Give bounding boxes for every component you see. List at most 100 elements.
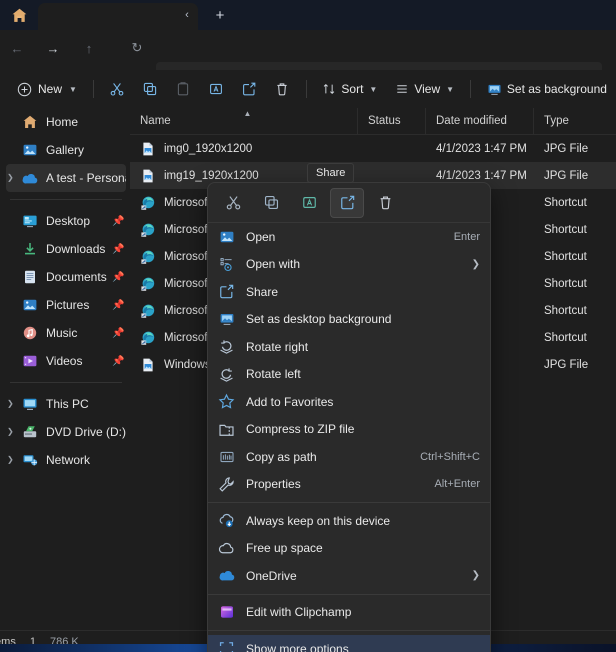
cut-button[interactable] xyxy=(105,75,130,103)
menu-item-free-up-space[interactable]: Free up space xyxy=(208,535,490,563)
menu-item-show-more-options[interactable]: Show more options xyxy=(208,635,490,652)
column-headers: ▲ Name Status Date modified Type xyxy=(130,108,616,135)
tooltip-label: Share xyxy=(316,167,345,179)
sidebar-item-gallery[interactable]: Gallery xyxy=(6,136,126,164)
column-header-date-modified[interactable]: Date modified xyxy=(426,108,534,135)
context-menu[interactable]: OpenEnter Open with ❯ Share Set as desktop b… xyxy=(207,182,491,652)
menu-item-open[interactable]: OpenEnter xyxy=(208,223,490,251)
column-header-label: Name xyxy=(140,115,171,127)
refresh-icon[interactable]: ↻ xyxy=(126,37,148,59)
menu-item-rotate-right[interactable]: Rotate right xyxy=(208,333,490,361)
menu-item-properties[interactable]: PropertiesAlt+Enter xyxy=(208,471,490,499)
sidebar-item-label: Downloads xyxy=(46,242,112,256)
sidebar-item-downloads[interactable]: Downloads📌 xyxy=(6,235,126,263)
rename-button[interactable] xyxy=(204,75,229,103)
pin-icon[interactable]: 📌 xyxy=(112,300,126,311)
view-button[interactable]: View ▼ xyxy=(386,75,463,103)
cloud-download-icon xyxy=(218,512,235,529)
menu-item-compress-to-zip-file[interactable]: Compress to ZIP file xyxy=(208,416,490,444)
arrow-up-icon[interactable]: ↑ xyxy=(78,37,100,59)
pin-icon[interactable]: 📌 xyxy=(112,216,126,227)
menu-item-rotate-left[interactable]: Rotate left xyxy=(208,361,490,389)
menu-item-shortcut: Ctrl+Shift+C xyxy=(420,451,480,463)
sidebar-item-label: Network xyxy=(46,453,126,467)
menu-item-label: Set as desktop background xyxy=(246,312,480,326)
column-header-type[interactable]: Type xyxy=(534,108,616,135)
edge-shortcut-icon xyxy=(140,330,156,346)
chevron-right-icon[interactable]: ❯ xyxy=(7,427,17,436)
menu-item-onedrive[interactable]: OneDrive❯ xyxy=(208,562,490,590)
delete-button[interactable] xyxy=(270,75,295,103)
set-as-background-button[interactable]: Set as background xyxy=(478,75,616,103)
sidebar-item-label: A test - Personal xyxy=(46,171,126,185)
browser-tab-active[interactable] xyxy=(38,3,198,30)
table-row[interactable]: img0_1920x12004/1/2023 1:47 PMJPG File xyxy=(130,135,616,162)
arrow-right-icon[interactable]: → xyxy=(42,37,64,59)
column-header-label: Type xyxy=(544,115,569,127)
home-icon xyxy=(10,6,28,24)
open-image-icon xyxy=(218,228,235,245)
menu-item-edit-with-clipchamp[interactable]: Edit with Clipchamp xyxy=(208,599,490,627)
sidebar-item-documents[interactable]: Documents📌 xyxy=(6,263,126,291)
delete-button[interactable] xyxy=(368,188,402,218)
monitor-image-icon xyxy=(487,82,502,97)
arrow-left-icon[interactable]: ← xyxy=(6,37,28,59)
copy-button[interactable] xyxy=(254,188,288,218)
rotate-left-icon xyxy=(218,366,235,383)
chevron-right-icon[interactable]: ❯ xyxy=(472,259,480,270)
sidebar-item-network[interactable]: ❯ Network xyxy=(6,446,126,474)
paste-button[interactable] xyxy=(171,75,196,103)
sidebar-item-a-test-personal[interactable]: ❯ A test - Personal xyxy=(6,164,126,192)
cut-button[interactable] xyxy=(216,188,250,218)
share-button[interactable] xyxy=(237,75,262,103)
navigation-pane[interactable]: HomeGallery❯A test - Personal Desktop📌Do… xyxy=(0,108,130,630)
rename-button[interactable] xyxy=(292,188,326,218)
sidebar-item-desktop[interactable]: Desktop📌 xyxy=(6,207,126,235)
menu-item-label: Show more options xyxy=(246,642,480,652)
sort-button[interactable]: Sort ▼ xyxy=(313,75,386,103)
toolbar-divider xyxy=(93,80,94,98)
menu-item-label: Open with xyxy=(246,257,464,271)
sidebar-item-pictures[interactable]: Pictures📌 xyxy=(6,291,126,319)
menu-item-set-as-desktop-background[interactable]: Set as desktop background xyxy=(208,306,490,334)
column-header-name[interactable]: ▲ Name xyxy=(130,108,358,135)
menu-item-always-keep-on-this-device[interactable]: Always keep on this device xyxy=(208,507,490,535)
share-icon xyxy=(339,194,356,211)
sidebar-item-dvd-drive-d-ccc[interactable]: ❯DVD Drive (D:) CCC xyxy=(6,418,126,446)
column-header-status[interactable]: Status xyxy=(358,108,426,135)
this-pc-icon xyxy=(22,396,38,412)
sidebar-item-videos[interactable]: Videos📌 xyxy=(6,347,126,375)
plus-icon[interactable]: + xyxy=(208,4,232,26)
chevron-right-icon[interactable]: ❯ xyxy=(7,173,17,182)
share-button[interactable] xyxy=(330,188,364,218)
chevron-right-icon[interactable]: ❯ xyxy=(472,570,480,581)
chevron-right-icon[interactable]: ❯ xyxy=(7,455,17,464)
menu-item-add-to-favorites[interactable]: Add to Favorites xyxy=(208,388,490,416)
pictures-icon xyxy=(22,297,38,313)
chevron-right-icon[interactable]: ❯ xyxy=(7,399,17,408)
menu-item-open-with[interactable]: Open with ❯ xyxy=(208,251,490,279)
sidebar-item-home[interactable]: Home xyxy=(6,108,126,136)
menu-separator xyxy=(208,630,490,631)
sidebar-item-music[interactable]: Music📌 xyxy=(6,319,126,347)
pin-icon[interactable]: 📌 xyxy=(112,244,126,255)
pin-icon[interactable]: 📌 xyxy=(112,272,126,283)
sort-button-label: Sort xyxy=(341,82,363,96)
jpg-file-icon xyxy=(140,141,156,157)
menu-item-label: Share xyxy=(246,285,480,299)
pin-icon[interactable]: 📌 xyxy=(112,328,126,339)
chevron-down-icon[interactable]: ‹ xyxy=(176,4,198,26)
file-name: img0_1920x1200 xyxy=(164,143,252,155)
edge-shortcut-icon xyxy=(140,303,156,319)
pin-icon[interactable]: 📌 xyxy=(112,356,126,367)
file-type: JPG File xyxy=(534,351,616,378)
onedrive-cloud-icon xyxy=(218,567,235,584)
edge-shortcut-icon xyxy=(140,195,156,211)
menu-item-copy-as-path[interactable]: Copy as pathCtrl+Shift+C xyxy=(208,443,490,471)
file-name: img19_1920x1200 xyxy=(164,170,259,182)
copy-button[interactable] xyxy=(138,75,163,103)
new-button[interactable]: New ▼ xyxy=(8,75,86,103)
sidebar-item-this-pc[interactable]: ❯This PC xyxy=(6,390,126,418)
menu-item-share[interactable]: Share xyxy=(208,278,490,306)
jpg-file-icon xyxy=(140,357,156,373)
